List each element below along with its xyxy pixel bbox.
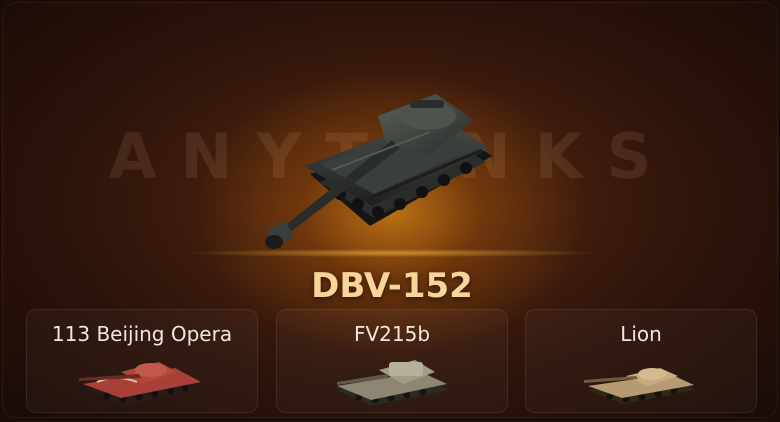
red-camouflage-tank-image [79,362,203,406]
variant-list: 113 Beijing Opera FV215b Lion [26,309,758,413]
variant-name: FV215b [353,322,431,346]
variant-card-fv215b[interactable]: FV215b [276,309,508,413]
tank-name-title: DBV-152 [311,266,473,306]
variant-card-113-beijing-opera[interactable]: 113 Beijing Opera [26,309,258,413]
tank-showcase-card: ANYTANKS [2,2,778,418]
tan-tank-image [584,368,696,404]
spg-tank-image [337,360,449,406]
heavy-tank-image [265,94,492,249]
variant-name: 113 Beijing Opera [51,322,233,346]
variant-card-lion[interactable]: Lion [525,309,757,413]
variant-name: Lion [620,322,662,346]
